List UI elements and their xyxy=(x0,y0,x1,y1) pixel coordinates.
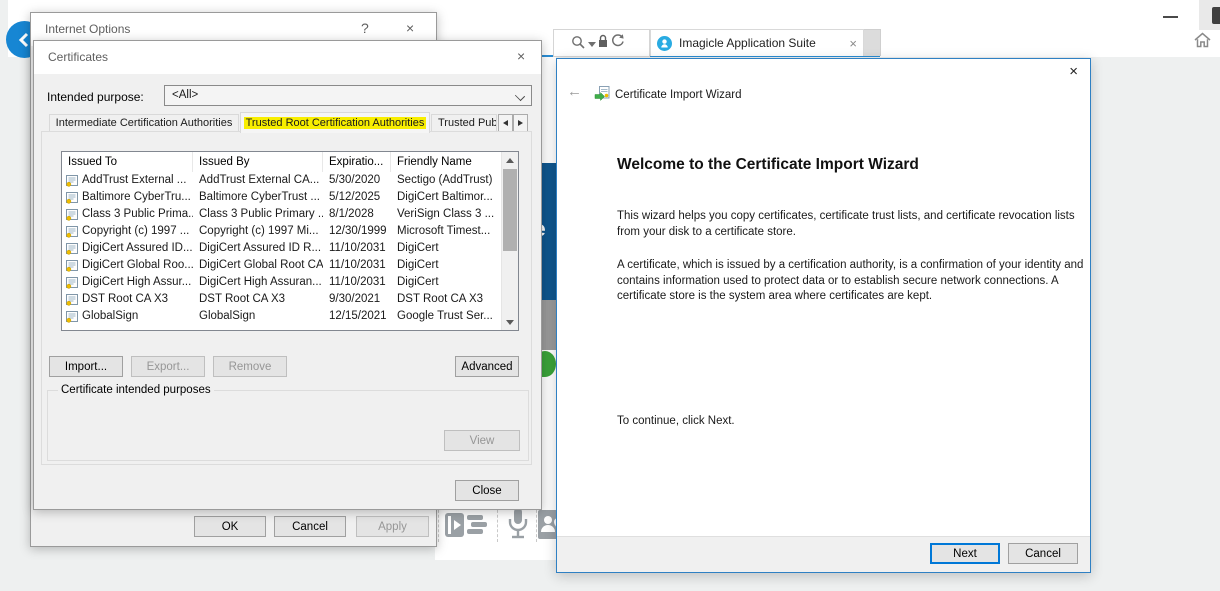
scrollbar-thumb[interactable] xyxy=(503,169,517,251)
column-header[interactable]: Issued To xyxy=(62,152,193,172)
favicon xyxy=(657,36,672,51)
column-header[interactable]: Issued By xyxy=(193,152,323,172)
desktop: Imagicle Application Suite × e Internet … xyxy=(0,0,1220,591)
table-row[interactable]: Copyright (c) 1997 ...Copyright (c) 1997… xyxy=(62,223,518,240)
wizard-paragraph-1: This wizard helps you copy certificates,… xyxy=(617,209,1091,240)
tab-close-icon[interactable]: × xyxy=(849,36,857,51)
certificate-icon xyxy=(65,277,79,289)
page-banner: e xyxy=(540,163,556,300)
search-icon[interactable] xyxy=(571,35,585,49)
column-header[interactable]: Expiratio... xyxy=(323,152,391,172)
certificate-icon xyxy=(65,209,79,221)
tab-trusted-root-authorities[interactable]: Trusted Root Certification Authorities xyxy=(240,112,430,133)
next-button[interactable]: Next xyxy=(930,543,1000,564)
corner-glyph-icon xyxy=(1212,7,1220,24)
arrow-down-icon xyxy=(506,320,514,325)
lock-icon xyxy=(597,34,609,49)
export-button[interactable]: Export... xyxy=(131,356,205,377)
ok-button[interactable]: OK xyxy=(194,516,266,537)
video-conference-icon[interactable] xyxy=(445,510,490,540)
browser-tab-imagicle[interactable]: Imagicle Application Suite × xyxy=(650,29,864,56)
arrow-right-icon xyxy=(518,120,523,126)
highlighted-tab-label: Trusted Root Certification Authorities xyxy=(244,117,427,129)
certificate-icon xyxy=(65,311,79,323)
tab-intermediate-authorities[interactable]: Intermediate Certification Authorities xyxy=(49,114,239,132)
help-icon[interactable]: ? xyxy=(361,20,369,36)
certificate-icon xyxy=(65,226,79,238)
search-dropdown-caret-icon[interactable] xyxy=(588,42,596,47)
apply-button[interactable]: Apply xyxy=(356,516,429,537)
minimize-icon[interactable] xyxy=(1163,16,1178,18)
table-row[interactable]: Class 3 Public Prima...Class 3 Public Pr… xyxy=(62,206,518,223)
advanced-button[interactable]: Advanced xyxy=(455,356,519,377)
intended-purpose-dropdown[interactable]: <All> xyxy=(164,85,532,106)
internet-options-title: Internet Options xyxy=(45,22,130,36)
table-row[interactable]: DST Root CA X3DST Root CA X39/30/2021DST… xyxy=(62,291,518,308)
view-button[interactable]: View xyxy=(444,430,520,451)
tab-scroll-left-button[interactable] xyxy=(498,114,513,132)
microphone-icon[interactable] xyxy=(507,507,529,541)
table-row[interactable]: GlobalSignGlobalSign12/15/2021Google Tru… xyxy=(62,308,518,325)
certificate-import-icon xyxy=(594,85,611,102)
table-row[interactable]: Baltimore CyberTru...Baltimore CyberTrus… xyxy=(62,189,518,206)
close-icon[interactable]: × xyxy=(1069,63,1078,80)
intended-purposes-groupbox: Certificate intended purposes View xyxy=(47,390,529,461)
tab-scroll-right-button[interactable] xyxy=(513,114,528,132)
intended-purpose-label: Intended purpose: xyxy=(47,90,144,104)
chevron-down-icon xyxy=(515,91,525,101)
certificate-icon xyxy=(65,175,79,187)
table-row[interactable]: DigiCert Global Roo...DigiCert Global Ro… xyxy=(62,257,518,274)
certificate-list: Issued ToIssued ByExpiratio...Friendly N… xyxy=(61,151,519,331)
certificate-icon xyxy=(65,243,79,255)
scroll-down-button[interactable] xyxy=(502,314,518,330)
certificate-icon xyxy=(65,192,79,204)
scrollbar[interactable] xyxy=(501,152,518,330)
cert-table-header: Issued ToIssued ByExpiratio...Friendly N… xyxy=(62,152,518,172)
back-arrow-icon[interactable]: ← xyxy=(567,83,582,100)
certificates-title: Certificates xyxy=(48,50,108,64)
tab-title: Imagicle Application Suite xyxy=(679,36,842,50)
icon-divider xyxy=(536,505,537,542)
home-icon[interactable] xyxy=(1193,31,1212,49)
arrow-up-icon xyxy=(506,158,514,163)
page-gray-band xyxy=(540,300,556,350)
wizard-title: Certificate Import Wizard xyxy=(615,89,742,101)
table-row[interactable]: DigiCert Assured ID...DigiCert Assured I… xyxy=(62,240,518,257)
close-button[interactable]: Close xyxy=(455,480,519,501)
remove-button[interactable]: Remove xyxy=(213,356,287,377)
cancel-button[interactable]: Cancel xyxy=(274,516,346,537)
table-row[interactable]: AddTrust External ...AddTrust External C… xyxy=(62,172,518,189)
groupbox-label: Certificate intended purposes xyxy=(58,384,214,396)
icon-divider xyxy=(497,505,498,542)
certificates-dialog: Certificates × Intended purpose: <All> I… xyxy=(33,40,542,510)
close-icon[interactable]: × xyxy=(517,48,525,64)
wizard-continue-text: To continue, click Next. xyxy=(617,414,1091,430)
scroll-up-button[interactable] xyxy=(502,152,518,168)
window-corner-control[interactable] xyxy=(1199,0,1220,30)
arrow-left-icon xyxy=(503,120,508,126)
wizard-cancel-button[interactable]: Cancel xyxy=(1008,543,1078,564)
certificate-import-wizard-dialog: × ← Certificate Import Wizard Welcome to… xyxy=(556,58,1091,573)
column-header[interactable]: Friendly Name xyxy=(391,152,518,172)
import-button[interactable]: Import... xyxy=(49,356,123,377)
table-row[interactable]: DigiCert High Assur...DigiCert High Assu… xyxy=(62,274,518,291)
certificates-titlebar: Certificates × xyxy=(34,41,541,74)
wizard-heading: Welcome to the Certificate Import Wizard xyxy=(617,156,919,174)
tab-trusted-publishers[interactable]: Trusted Publ xyxy=(431,114,497,132)
dropdown-value: <All> xyxy=(172,89,198,101)
person-pin-icon[interactable] xyxy=(538,510,556,539)
cert-table-rows: AddTrust External ...AddTrust External C… xyxy=(62,172,518,325)
refresh-icon[interactable] xyxy=(610,33,625,49)
certificate-icon xyxy=(65,294,79,306)
wizard-paragraph-2: A certificate, which is issued by a cert… xyxy=(617,258,1091,305)
icon-divider xyxy=(438,505,439,542)
close-icon[interactable]: × xyxy=(406,20,414,36)
certificate-icon xyxy=(65,260,79,272)
